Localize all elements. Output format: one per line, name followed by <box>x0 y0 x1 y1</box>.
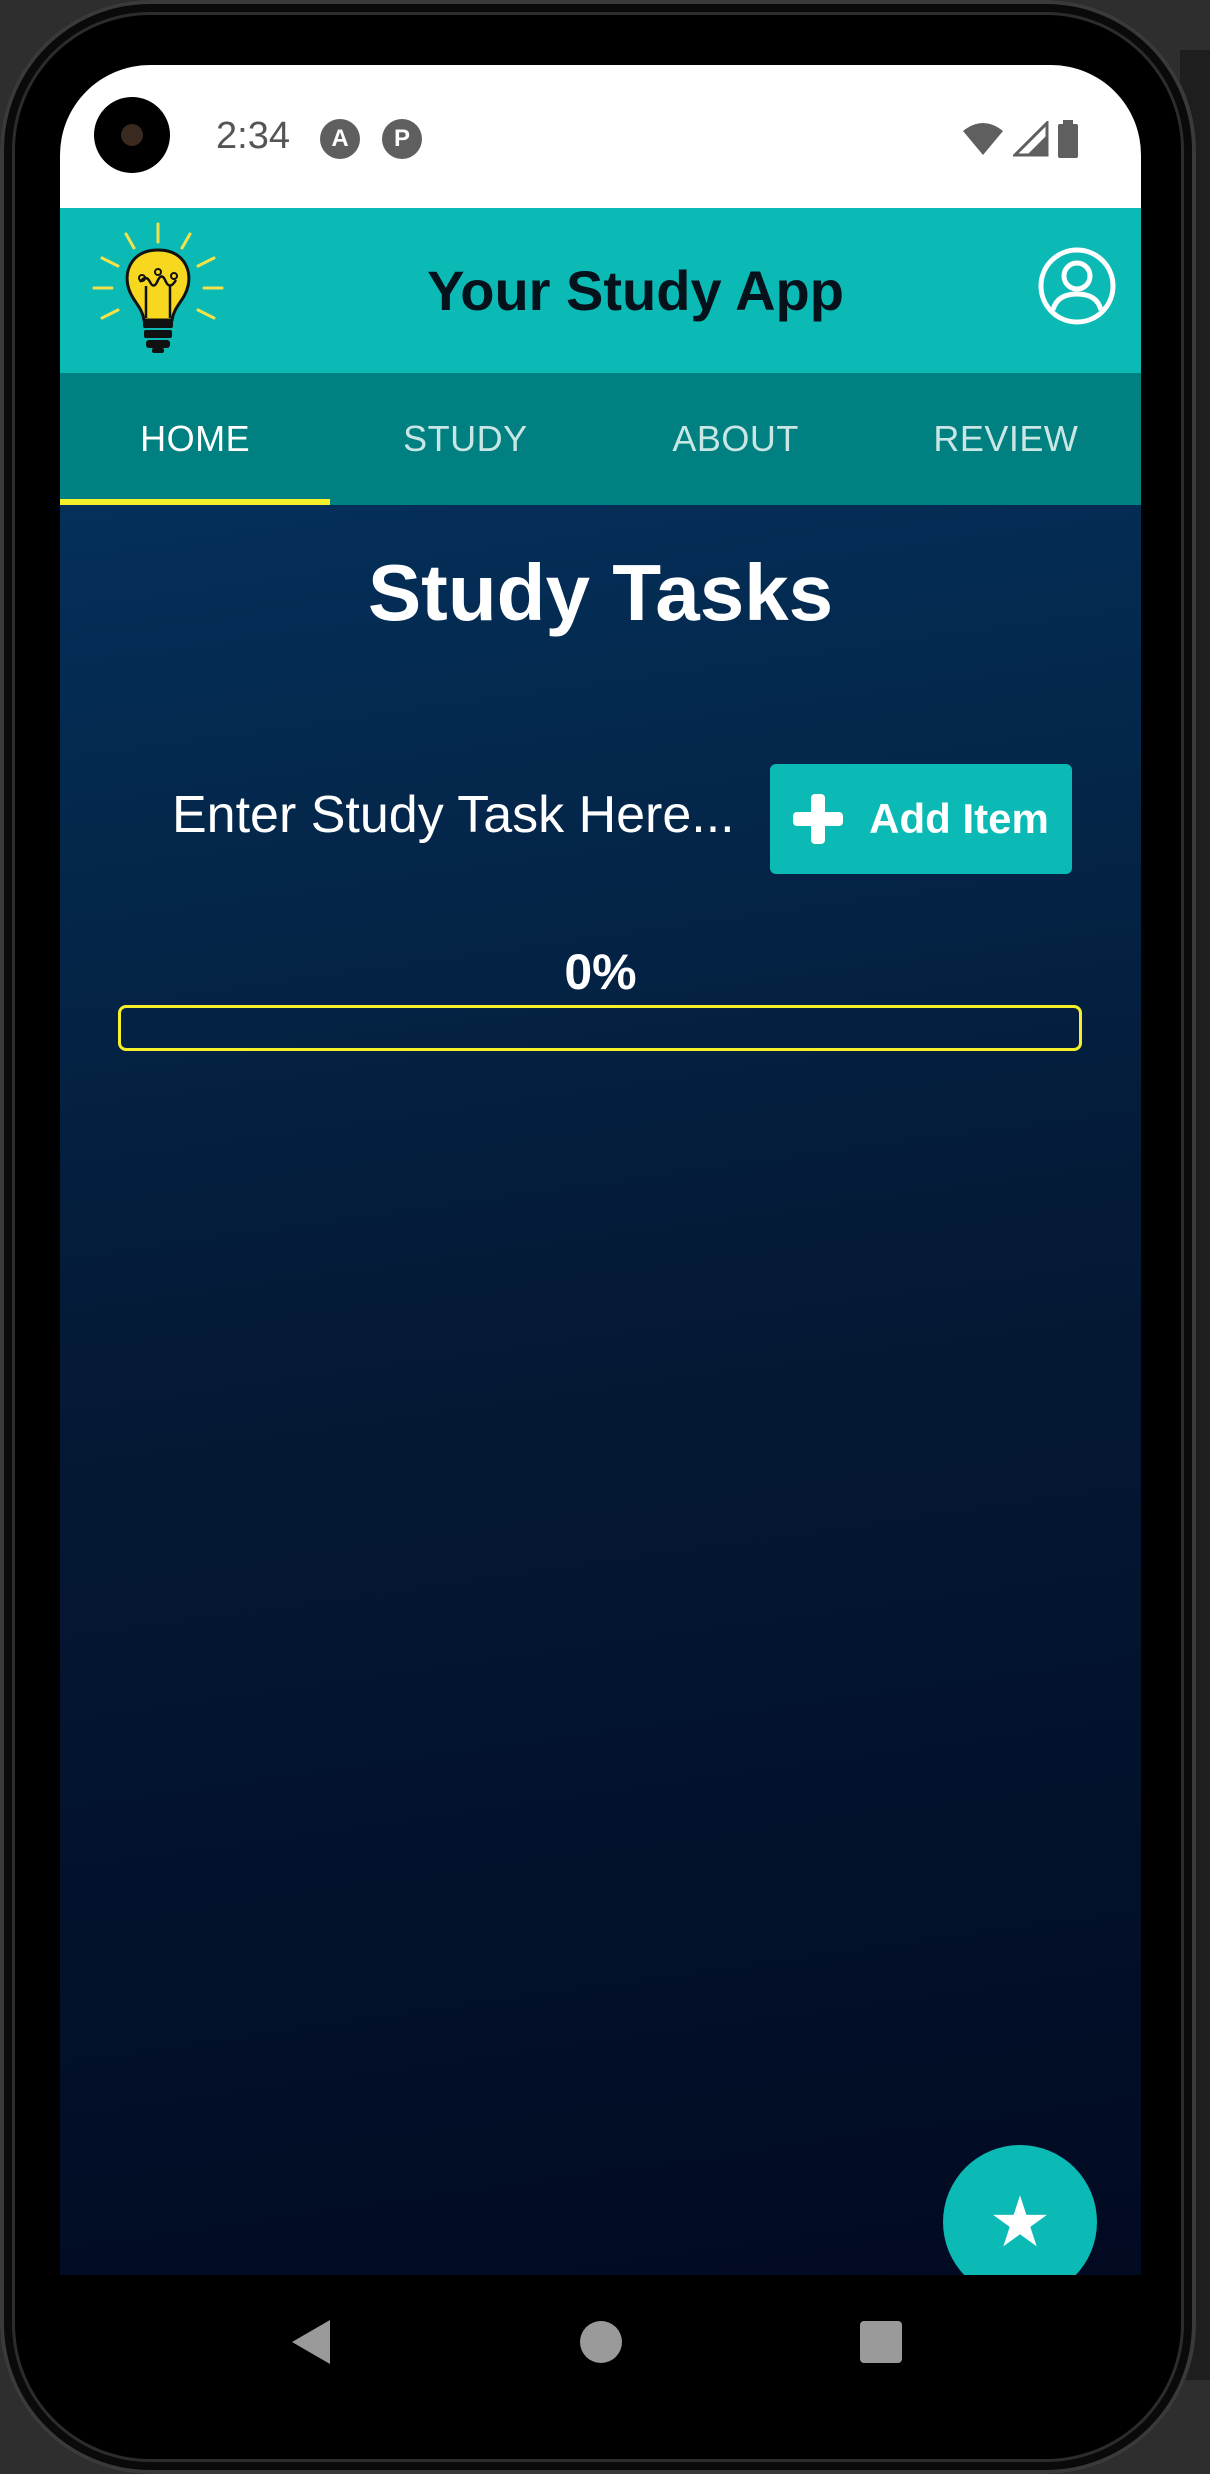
tab-bar: HOME STUDY ABOUT REVIEW <box>60 373 1141 505</box>
tab-about[interactable]: ABOUT <box>601 373 871 505</box>
status-time: 2:34 <box>216 115 290 157</box>
system-nav-bar <box>60 2275 1141 2405</box>
add-item-label: Add Item <box>869 795 1049 842</box>
back-icon[interactable] <box>292 2320 330 2364</box>
recents-icon[interactable] <box>860 2321 902 2363</box>
notification-a-icon: A <box>320 119 360 159</box>
study-task-input[interactable] <box>160 765 820 865</box>
status-icons <box>961 119 1079 159</box>
plus-icon <box>793 794 844 844</box>
progress-percent: 0% <box>564 944 637 1000</box>
app-title: Your Study App <box>427 259 844 322</box>
add-item-button[interactable]: Add Item <box>770 764 1072 874</box>
tab-home[interactable]: HOME <box>60 373 331 505</box>
stage: 2:34 A P Your Study App HOME STUDY ABOUT… <box>0 0 1210 2474</box>
star-icon: ★ <box>988 2183 1052 2261</box>
wifi-icon <box>963 123 1003 155</box>
main-content: Study Tasks Add Item 0% ★ <box>60 505 1141 2275</box>
phone-frame: 2:34 A P Your Study App HOME STUDY ABOUT… <box>0 0 1196 2474</box>
account-circle-icon[interactable] <box>1037 246 1117 326</box>
progress-bar <box>118 1005 1082 1051</box>
tab-study[interactable]: STUDY <box>330 373 600 505</box>
phone-screen: 2:34 A P Your Study App HOME STUDY ABOUT… <box>60 65 1141 2275</box>
cell-signal-icon <box>1013 121 1049 157</box>
app-bar: Your Study App <box>60 208 1141 373</box>
home-icon[interactable] <box>580 2321 622 2363</box>
notification-p-icon: P <box>382 119 422 159</box>
status-bar: 2:34 A P <box>60 65 1141 208</box>
battery-icon <box>1058 120 1078 158</box>
page-title: Study Tasks <box>367 548 834 637</box>
favorite-fab[interactable]: ★ <box>943 2145 1097 2275</box>
tab-review[interactable]: REVIEW <box>871 373 1141 505</box>
front-camera <box>94 97 170 173</box>
